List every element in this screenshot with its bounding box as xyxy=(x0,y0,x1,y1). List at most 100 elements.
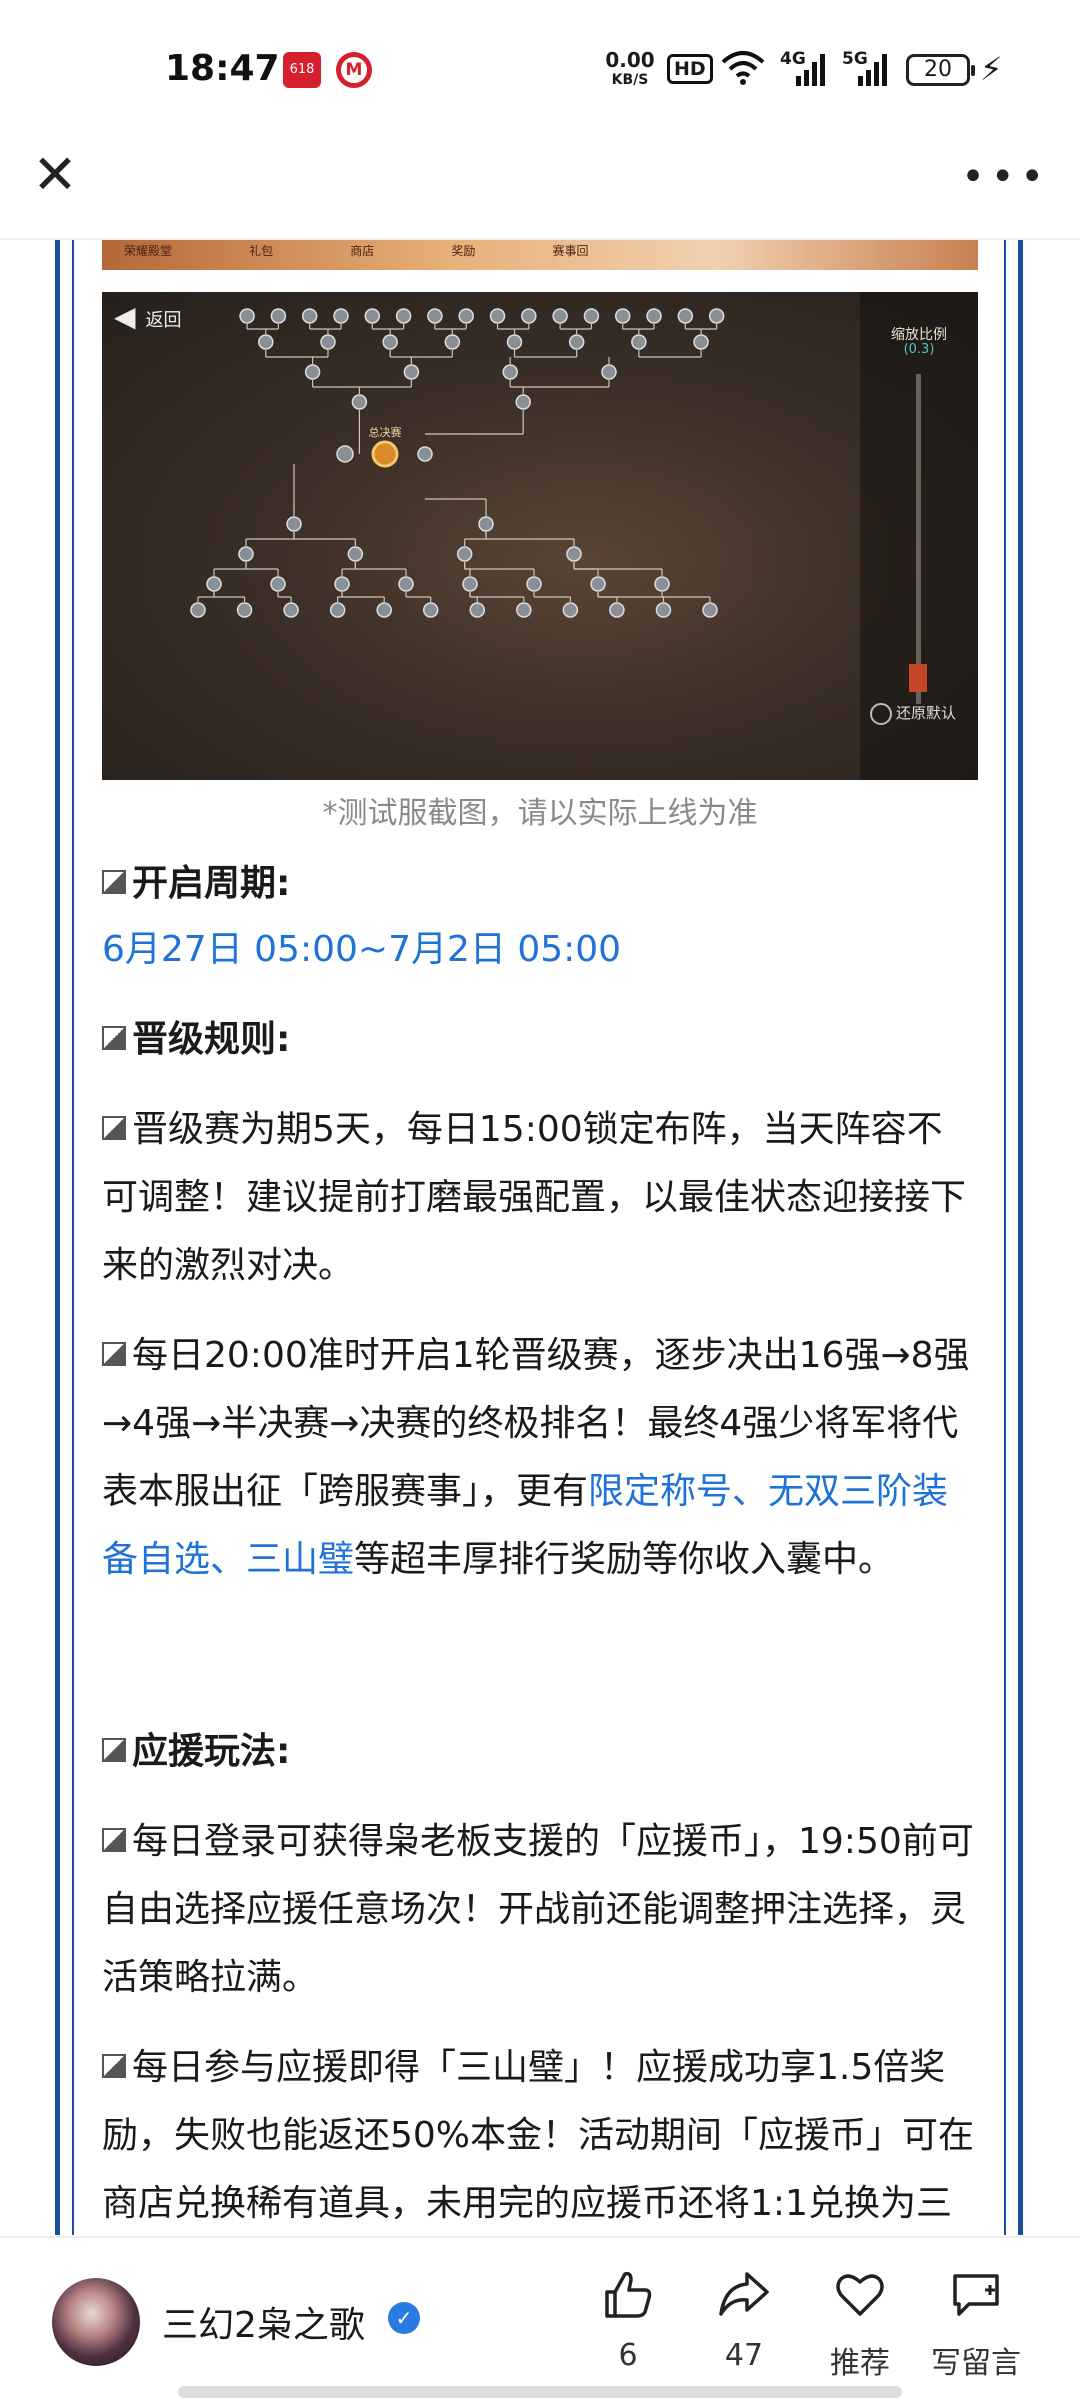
comment-add-icon xyxy=(926,2268,1026,2328)
bracket-node xyxy=(655,602,672,618)
rules-paragraph-1: 晋级赛为期5天，每日15:00锁定布阵，当天阵容不可调整！建议提前打磨最强配置，… xyxy=(102,1096,978,1300)
bracket-node xyxy=(609,602,625,618)
banner-tab: 荣耀殿堂 xyxy=(124,244,173,258)
share-button[interactable]: 47 xyxy=(694,2268,794,2373)
signal-icon xyxy=(796,54,825,86)
more-icon[interactable]: ••• xyxy=(961,154,1050,200)
bracket-node xyxy=(646,308,662,324)
author-avatar[interactable] xyxy=(52,2278,140,2366)
bullet-icon xyxy=(102,870,126,894)
back-arrow-icon: ◀ xyxy=(114,300,136,333)
bracket-node xyxy=(631,334,647,350)
paragraph-text-end: 等超丰厚排行奖励等你收入囊中。 xyxy=(354,1539,895,1580)
metro-app-icon: M xyxy=(336,52,372,88)
zoom-panel: 缩放比例 (0.3) 还原默认 xyxy=(860,292,978,780)
banner-tab: 礼包 xyxy=(249,244,274,258)
bracket-node xyxy=(403,364,420,380)
bracket-node xyxy=(521,308,537,324)
bracket-node xyxy=(239,308,255,324)
bracket-node xyxy=(422,602,439,618)
charging-bolt-icon: ⚡ xyxy=(980,50,1003,88)
bullet-icon xyxy=(102,1026,126,1050)
bracket-node xyxy=(693,334,709,350)
status-time: 18:47 xyxy=(165,48,280,89)
bracket-node xyxy=(376,602,392,618)
reset-icon xyxy=(870,702,892,725)
reset-default-button: 还原默认 xyxy=(870,702,956,725)
bracket-node xyxy=(283,602,299,618)
share-icon xyxy=(694,2268,794,2328)
bracket-node xyxy=(601,364,617,380)
bracket-node xyxy=(336,445,354,463)
recommend-button[interactable]: 推荐 xyxy=(810,2268,910,2382)
article-content[interactable]: 荣耀殿堂 礼包 商店 奖励 赛事回 总决赛 ◀ 返回 缩放比例 (0.3) 还原默… xyxy=(0,240,1080,2235)
bracket-node xyxy=(301,308,318,324)
bracket-node xyxy=(568,334,585,350)
final-trophy-icon xyxy=(371,440,399,468)
wifi-icon xyxy=(721,51,765,85)
rules-paragraph-2: 每日20:00准时开启1轮晋级赛，逐步决出16强→8强→4强→半决赛→决赛的终极… xyxy=(102,1322,978,1594)
bracket-node xyxy=(395,308,412,324)
battery-icon: 20 xyxy=(906,54,975,86)
bracket-node xyxy=(398,576,414,592)
back-label: 返回 xyxy=(145,310,182,331)
bracket-node xyxy=(236,602,253,618)
back-button: ◀ 返回 xyxy=(114,300,182,333)
net-speed-unit: KB/S xyxy=(611,72,649,88)
hd-badge: HD xyxy=(667,54,713,84)
author-name[interactable]: 三幻2枭之歌 xyxy=(162,2296,365,2348)
paragraph-text: 每日登录可获得枭老板支援的「应援币」，19:50前可自由选择应援任意场次！开战前… xyxy=(102,1821,974,1998)
bracket-node xyxy=(590,576,606,592)
bracket-node xyxy=(515,394,531,410)
bracket-tree: 总决赛 xyxy=(190,308,725,618)
share-count: 47 xyxy=(724,2338,764,2373)
bracket-node xyxy=(708,308,725,324)
bracket-node xyxy=(506,334,523,350)
bullet-icon xyxy=(102,1828,126,1852)
bracket-node xyxy=(562,602,579,618)
frame-border-left-inner xyxy=(72,240,74,2235)
frame-border-right-inner xyxy=(1004,240,1006,2235)
banner-tab: 商店 xyxy=(350,244,375,258)
frame-border-left xyxy=(55,240,60,2235)
gesture-home-bar[interactable] xyxy=(178,2386,902,2398)
status-bar: 18:47 618 M 0.00 KB/S HD 4G 5G 20 ⚡ xyxy=(0,0,1080,140)
close-icon[interactable]: ✕ xyxy=(30,148,80,202)
signal-icon-2 xyxy=(858,54,887,86)
section-heading-rules: 晋级规则: xyxy=(102,1006,978,1074)
bracket-node xyxy=(566,546,582,562)
bracket-node xyxy=(304,364,321,380)
banner-image-strip: 荣耀殿堂 礼包 商店 奖励 赛事回 xyxy=(102,240,978,270)
bracket-node xyxy=(320,334,336,350)
section-heading-support: 应援玩法: xyxy=(102,1718,978,1786)
paragraph-text: 每日参与应援即得「三山璧」！应援成功享1.5倍奖励，失败也能返还50%本金！活动… xyxy=(102,2047,975,2224)
bracket-node xyxy=(502,364,518,380)
comment-label: 写留言 xyxy=(931,2346,1021,2381)
bracket-node xyxy=(329,602,346,618)
bracket-node xyxy=(526,576,542,592)
tournament-bracket-screenshot[interactable]: 总决赛 ◀ 返回 缩放比例 (0.3) 还原默认 xyxy=(102,292,978,780)
heading-text: 晋级规则: xyxy=(132,1019,291,1060)
section-heading-open: 开启周期: xyxy=(102,850,978,918)
heart-icon xyxy=(810,2268,910,2328)
zoom-slider-track xyxy=(916,374,921,704)
top-nav-bar: ✕ ••• xyxy=(0,140,1080,240)
support-paragraph-2: 每日参与应援即得「三山璧」！应援成功享1.5倍奖励，失败也能返还50%本金！活动… xyxy=(102,2034,978,2235)
bracket-node xyxy=(489,308,506,324)
comment-button[interactable]: 写留言 xyxy=(926,2268,1026,2382)
net-speed-value: 0.00 xyxy=(605,48,655,72)
bracket-node xyxy=(702,602,718,618)
bracket-node xyxy=(270,576,286,592)
bracket-node xyxy=(238,546,254,562)
like-button[interactable]: 6 xyxy=(578,2268,678,2373)
open-period: 6月27日 05:00~7月2日 05:00 xyxy=(102,929,622,970)
banner-tab: 奖励 xyxy=(451,244,476,258)
bracket-node xyxy=(206,576,222,592)
bullet-icon xyxy=(102,1738,126,1762)
bracket-node xyxy=(351,394,368,410)
bracket-node xyxy=(334,576,350,592)
bottom-action-bar: 三幻2枭之歌 ✓ 6 47 推荐 写留言 xyxy=(0,2236,1080,2400)
bracket-node xyxy=(417,446,433,462)
zoom-value: (0.3) xyxy=(903,342,935,357)
bracket-node xyxy=(654,576,670,592)
